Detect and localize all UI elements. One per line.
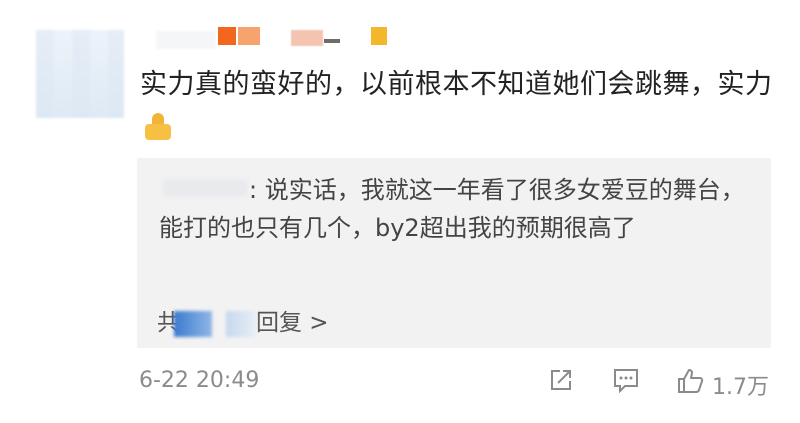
name-blur bbox=[156, 31, 216, 49]
badge-peach bbox=[238, 27, 260, 45]
commenter-name-row[interactable] bbox=[156, 27, 396, 49]
comment-footer: 6-22 20:49 1.7万 bbox=[0, 355, 800, 411]
like-icon[interactable] bbox=[676, 367, 704, 395]
view-replies-link[interactable]: 共回复 > bbox=[157, 303, 329, 337]
badge-yellow bbox=[371, 27, 387, 45]
commenter-avatar[interactable] bbox=[36, 30, 124, 118]
comment-body: 实力真的蛮好的，以前根本不知道她们会跳舞，实力 bbox=[140, 63, 780, 151]
badge-orange bbox=[218, 27, 236, 45]
name-underscore bbox=[324, 39, 340, 43]
reply-colon: : bbox=[249, 176, 258, 204]
view-replies-label: 回复 > bbox=[256, 310, 329, 336]
reply-preview-box[interactable]: : 说实话，我就这一年看了很多女爱豆的舞台，能打的也只有几个，by2超出我的预期… bbox=[137, 158, 771, 348]
reply-count-blur bbox=[174, 310, 212, 337]
name-blur-2 bbox=[291, 30, 323, 46]
share-icon[interactable] bbox=[548, 367, 574, 393]
thumbs-up-icon bbox=[142, 113, 174, 141]
comment-text: 实力真的蛮好的，以前根本不知道她们会跳舞，实力 bbox=[140, 69, 773, 100]
comment-timestamp: 6-22 20:49 bbox=[139, 368, 260, 393]
reply-preview: : 说实话，我就这一年看了很多女爱豆的舞台，能打的也只有几个，by2超出我的预期… bbox=[159, 171, 759, 247]
reply-count-blur-2 bbox=[226, 310, 256, 337]
comment-reply-icon[interactable] bbox=[612, 367, 640, 394]
like-count: 1.7万 bbox=[712, 375, 769, 400]
